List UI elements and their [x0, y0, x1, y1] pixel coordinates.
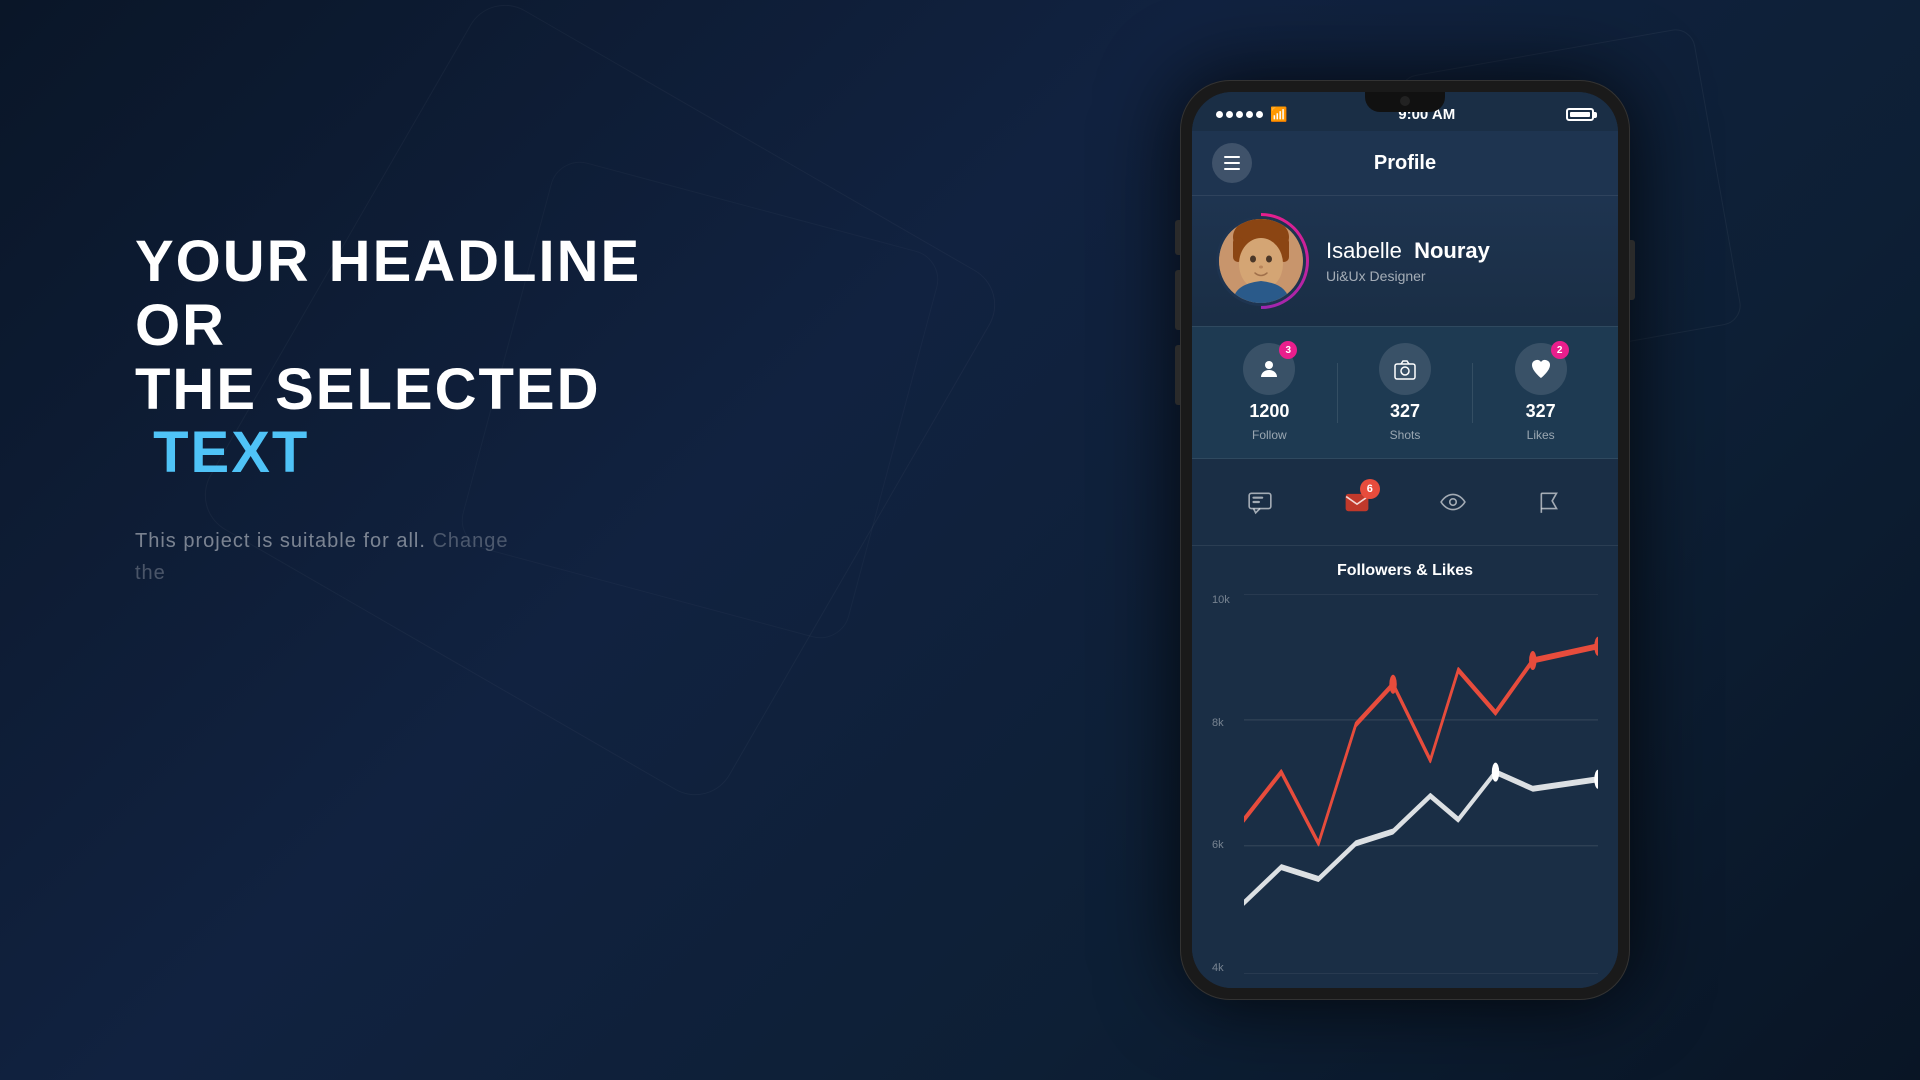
stat-follow-label: Follow: [1252, 428, 1287, 442]
chart-label-4k: 4k: [1212, 962, 1242, 974]
headline-accent: TEXT: [153, 420, 309, 485]
stat-likes-label: Likes: [1527, 428, 1555, 442]
headline: YOUR HEADLINE OR THE SELECTED TEXT: [135, 230, 715, 485]
signal-dot-2: [1226, 111, 1233, 118]
stat-follow-number: 1200: [1249, 401, 1289, 422]
hamburger-line-2: [1224, 162, 1240, 164]
menu-button[interactable]: [1212, 143, 1252, 183]
stat-shots-label: Shots: [1390, 428, 1421, 442]
hamburger-icon: [1224, 156, 1240, 170]
chart-title: Followers & Likes: [1212, 562, 1598, 580]
profile-role: Ui&Ux Designer: [1326, 268, 1594, 284]
signal-dot-3: [1236, 111, 1243, 118]
profile-section: Isabelle Nouray Ui&Ux Designer: [1192, 196, 1618, 326]
profile-first-name: Isabelle: [1326, 238, 1402, 263]
avatar-wrapper: [1216, 216, 1306, 306]
headline-line2: THE SELECTED: [135, 357, 601, 422]
battery-icon: [1566, 108, 1594, 121]
stats-row: 3 1200 Follow: [1192, 326, 1618, 459]
chart-label-6k: 6k: [1212, 839, 1242, 851]
status-signal: 📶: [1216, 106, 1287, 123]
actions-row: 6: [1192, 459, 1618, 546]
chat-button[interactable]: [1235, 477, 1285, 527]
description-line2: the: [135, 562, 166, 584]
chart-area: 10k 8k 6k 4k: [1212, 594, 1598, 974]
status-battery: [1566, 108, 1594, 121]
description: This project is suitable for all. Change…: [135, 525, 715, 589]
stat-likes-number: 327: [1526, 401, 1556, 422]
battery-fill: [1570, 112, 1590, 117]
stat-follow-icon-wrapper: 3: [1243, 343, 1295, 395]
profile-info: Isabelle Nouray Ui&Ux Designer: [1326, 238, 1594, 284]
mail-badge: 6: [1360, 479, 1380, 499]
stat-shots[interactable]: 327 Shots: [1338, 343, 1473, 442]
stat-likes-badge: 2: [1551, 341, 1569, 359]
chart-section: Followers & Likes 10k 8k 6k 4k: [1192, 546, 1618, 988]
chart-label-8k: 8k: [1212, 717, 1242, 729]
avatar: [1216, 216, 1306, 306]
wifi-icon: 📶: [1270, 106, 1287, 123]
stat-follow[interactable]: 3 1200 Follow: [1202, 343, 1337, 442]
mail-button[interactable]: 6: [1332, 477, 1382, 527]
signal-dot-1: [1216, 111, 1223, 118]
user-icon: [1257, 357, 1281, 381]
nav-title: Profile: [1374, 152, 1436, 175]
eye-icon: [1440, 489, 1466, 515]
phone-camera: [1400, 96, 1410, 106]
camera-icon: [1393, 357, 1417, 381]
eye-button[interactable]: [1428, 477, 1478, 527]
side-button-left-1: [1175, 220, 1180, 255]
stat-likes[interactable]: 2 327 Likes: [1473, 343, 1608, 442]
profile-name: Isabelle Nouray: [1326, 238, 1594, 264]
description-faded: Change: [432, 530, 508, 552]
heart-icon: [1529, 357, 1553, 381]
side-button-right: [1630, 240, 1635, 300]
nav-bar: Profile: [1192, 131, 1618, 196]
chart-y-labels: 10k 8k 6k 4k: [1212, 594, 1242, 974]
phone-device: 📶 9:00 AM Profile: [1180, 80, 1630, 1000]
chat-icon: [1247, 489, 1273, 515]
stat-shots-number: 327: [1390, 401, 1420, 422]
flag-button[interactable]: [1525, 477, 1575, 527]
stat-shots-icon-wrapper: [1379, 343, 1431, 395]
chart-label-10k: 10k: [1212, 594, 1242, 606]
avatar-svg: [1219, 219, 1303, 303]
headline-line1: YOUR HEADLINE OR: [135, 229, 641, 358]
flag-icon: [1537, 489, 1563, 515]
signal-dot-4: [1246, 111, 1253, 118]
description-main: This project is suitable for all.: [135, 530, 426, 552]
phone-screen: 📶 9:00 AM Profile: [1192, 92, 1618, 988]
stat-follow-badge: 3: [1279, 341, 1297, 359]
hamburger-line-3: [1224, 168, 1240, 170]
phone-container: 📶 9:00 AM Profile: [1170, 0, 1640, 1080]
side-button-left-2: [1175, 270, 1180, 330]
left-content: YOUR HEADLINE OR THE SELECTED TEXT This …: [135, 230, 715, 589]
hamburger-line-1: [1224, 156, 1240, 158]
profile-last-name: Nouray: [1414, 238, 1490, 263]
signal-dot-5: [1256, 111, 1263, 118]
chart-svg: [1244, 594, 1598, 974]
side-button-left-3: [1175, 345, 1180, 405]
stat-likes-icon-wrapper: 2: [1515, 343, 1567, 395]
